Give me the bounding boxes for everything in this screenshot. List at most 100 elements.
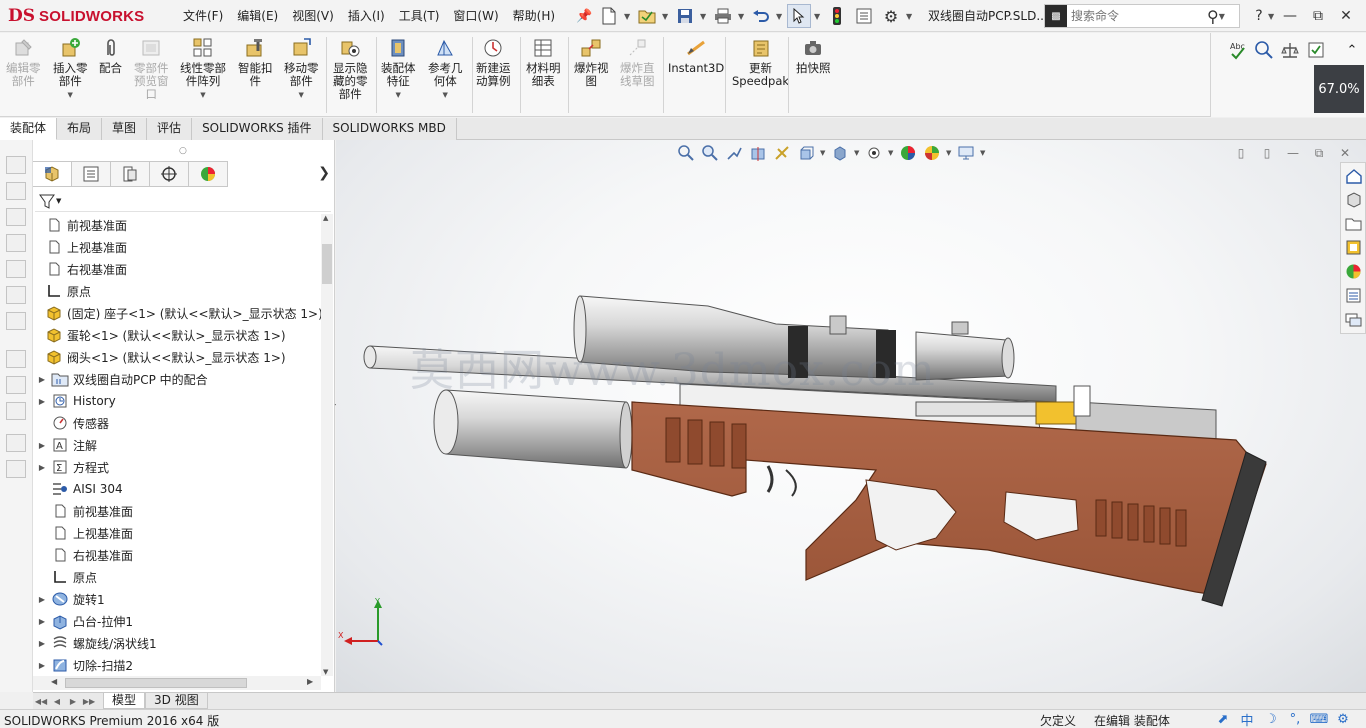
tree-vertical-scrollbar[interactable]: ▲ ▼ bbox=[321, 214, 333, 676]
minimize-icon[interactable]: — bbox=[1276, 2, 1304, 30]
rebuild-status-icon[interactable]: ⬈ bbox=[1214, 711, 1232, 728]
assembly-feature-button[interactable]: 装配体 特征 ▼ bbox=[381, 37, 416, 102]
filter-dropdown-icon[interactable]: ▼ bbox=[56, 197, 61, 205]
tree-plane-node[interactable]: 右视基准面 bbox=[33, 544, 133, 566]
help-dropdown-icon[interactable]: ▼ bbox=[1268, 12, 1276, 21]
tree-filter[interactable]: ▼ bbox=[35, 190, 331, 212]
move-component-dropdown-icon[interactable]: ▼ bbox=[299, 89, 304, 102]
select-cursor-icon[interactable] bbox=[787, 4, 811, 28]
new-document-icon[interactable] bbox=[597, 4, 621, 28]
tree-plane-node[interactable]: 上视基准面 bbox=[33, 522, 133, 544]
tab-dimxpert[interactable] bbox=[150, 161, 189, 187]
show-hidden-components-button[interactable]: 显示隐 藏的零 部件 bbox=[333, 37, 368, 101]
tab-next-icon[interactable]: ▶ bbox=[65, 694, 81, 708]
tree-feature-revolve-node[interactable]: ▶ 旋转1 bbox=[33, 588, 105, 610]
design-library-icon[interactable] bbox=[1344, 190, 1363, 209]
ime-moon-icon[interactable]: ☽ bbox=[1262, 711, 1280, 728]
menu-file[interactable]: 文件(F) bbox=[176, 0, 230, 32]
restore-icon[interactable]: ⧉ bbox=[1304, 2, 1332, 30]
insert-component-button[interactable]: 插入零 部件 ▼ bbox=[53, 37, 88, 102]
strip-tool-icon[interactable] bbox=[6, 182, 26, 200]
scroll-right-icon[interactable]: ▶ bbox=[307, 677, 313, 686]
view-palette-icon[interactable] bbox=[1344, 238, 1363, 257]
tab-feature-tree[interactable] bbox=[33, 161, 72, 187]
strip-tool-icon[interactable] bbox=[6, 402, 26, 420]
rebuild-traffic-light-icon[interactable] bbox=[825, 4, 849, 28]
search-input[interactable] bbox=[1067, 9, 1205, 23]
print-dropdown-icon[interactable]: ▼ bbox=[738, 12, 746, 21]
measure-icon[interactable] bbox=[1253, 39, 1275, 61]
undo-dropdown-icon[interactable]: ▼ bbox=[776, 12, 784, 21]
expand-arrow-icon[interactable]: ▶ bbox=[33, 595, 51, 604]
strip-tool-icon[interactable] bbox=[6, 350, 26, 368]
tree-feature-extrude-node[interactable]: ▶ 凸台-拉伸1 bbox=[33, 610, 133, 632]
print-icon[interactable] bbox=[711, 4, 735, 28]
expand-arrow-icon[interactable]: ▶ bbox=[33, 463, 51, 472]
linear-pattern-dropdown-icon[interactable]: ▼ bbox=[200, 89, 205, 102]
open-folder-icon[interactable] bbox=[635, 4, 659, 28]
mate-button[interactable]: 配合 bbox=[99, 37, 122, 75]
tree-feature-helix-node[interactable]: ▶ 螺旋线/涡状线1 bbox=[33, 632, 157, 654]
command-search[interactable]: ▩ ⚲ ▼ bbox=[1044, 4, 1240, 28]
tab-property-manager[interactable] bbox=[72, 161, 111, 187]
tree-feature-cut-sweep-node[interactable]: ▶ 切除-扫描2 bbox=[33, 654, 133, 676]
reference-geometry-dropdown-icon[interactable]: ▼ bbox=[443, 89, 448, 102]
tree-component-node[interactable]: 蛋轮<1> (默认<<默认>_显示状态 1>) bbox=[33, 324, 286, 346]
solidworks-resources-home-icon[interactable] bbox=[1344, 166, 1363, 185]
solidworks-logo[interactable]: DS SOLIDWORKS bbox=[8, 4, 158, 28]
reference-geometry-button[interactable]: 参考几 何体 ▼ bbox=[428, 37, 463, 102]
expand-arrow-icon[interactable]: ▶ bbox=[33, 397, 51, 406]
custom-properties-icon[interactable] bbox=[1344, 286, 1363, 305]
tree-equations-node[interactable]: ▶ Σ 方程式 bbox=[33, 456, 109, 478]
appearances-scenes-icon[interactable] bbox=[1344, 262, 1363, 281]
tree-mates-folder-node[interactable]: ▶ 双线圈自动PCP 中的配合 bbox=[33, 368, 208, 390]
tab-first-icon[interactable]: ◀◀ bbox=[33, 694, 49, 708]
tree-annotations-node[interactable]: ▶ A 注解 bbox=[33, 434, 97, 456]
mass-properties-icon[interactable] bbox=[1279, 39, 1301, 61]
assembly-feature-dropdown-icon[interactable]: ▼ bbox=[396, 89, 401, 102]
forum-chat-icon[interactable] bbox=[1344, 310, 1363, 329]
scroll-left-icon[interactable]: ◀ bbox=[51, 677, 57, 686]
search-icon[interactable]: ⚲ bbox=[1207, 7, 1219, 26]
file-explorer-icon[interactable] bbox=[1344, 214, 1363, 233]
pin-icon[interactable]: 📌 bbox=[576, 9, 592, 24]
edit-component-button[interactable]: 编辑零 部件 bbox=[6, 37, 41, 88]
scroll-thumb[interactable] bbox=[322, 244, 332, 284]
tab-layout[interactable]: 布局 bbox=[57, 118, 103, 140]
tab-assembly[interactable]: 装配体 bbox=[0, 118, 58, 140]
insert-component-dropdown-icon[interactable]: ▼ bbox=[68, 89, 73, 102]
expand-arrow-icon[interactable]: ▶ bbox=[33, 441, 51, 450]
ribbon-collapse-icon[interactable]: ⌃ bbox=[1341, 39, 1363, 61]
tree-origin-node[interactable]: 原点 bbox=[33, 280, 91, 302]
tab-last-icon[interactable]: ▶▶ bbox=[81, 694, 97, 708]
tree-component-node[interactable]: (固定) 座子<1> (默认<<默认>_显示状态 1>) bbox=[33, 302, 321, 324]
strip-tool-icon[interactable] bbox=[6, 460, 26, 478]
graphics-viewport[interactable]: ▼ ▼ ▼ ▼ ▼ ▯ ▯ — ⧉ ✕ 莫西网www.3dmox.com Y X bbox=[336, 140, 1366, 692]
component-preview-button[interactable]: 零部件 预览窗 口 bbox=[134, 37, 169, 101]
select-dropdown-icon[interactable]: ▼ bbox=[814, 12, 822, 21]
strip-tool-icon[interactable] bbox=[6, 234, 26, 252]
tab-evaluate[interactable]: 评估 bbox=[147, 118, 193, 140]
strip-tool-icon[interactable] bbox=[6, 312, 26, 330]
menu-view[interactable]: 视图(V) bbox=[285, 0, 341, 32]
strip-tool-icon[interactable] bbox=[6, 156, 26, 174]
save-icon[interactable] bbox=[673, 4, 697, 28]
tab-3d-view[interactable]: 3D 视图 bbox=[145, 693, 208, 709]
linear-pattern-button[interactable]: 线性零部 件阵列 ▼ bbox=[180, 37, 226, 102]
scroll-down-icon[interactable]: ▼ bbox=[323, 668, 328, 676]
menu-window[interactable]: 窗口(W) bbox=[446, 0, 505, 32]
strip-tool-icon[interactable] bbox=[6, 434, 26, 452]
motion-study-button[interactable]: 新建运 动算例 bbox=[476, 37, 511, 88]
tree-history-node[interactable]: ▶ History bbox=[33, 390, 116, 412]
tree-origin-node[interactable]: 原点 bbox=[33, 566, 97, 588]
strip-tool-icon[interactable] bbox=[6, 286, 26, 304]
save-dropdown-icon[interactable]: ▼ bbox=[700, 12, 708, 21]
ime-chinese-icon[interactable]: 中 bbox=[1238, 711, 1256, 728]
expand-arrow-icon[interactable]: ▶ bbox=[33, 375, 51, 384]
undo-icon[interactable] bbox=[749, 4, 773, 28]
panel-expand-arrow-icon[interactable]: ❯ bbox=[318, 165, 330, 181]
update-speedpak-button[interactable]: 更新 Speedpak bbox=[732, 37, 789, 88]
rifle-3d-model[interactable] bbox=[336, 140, 1366, 692]
options-gear-icon[interactable]: ⚙ bbox=[879, 4, 903, 28]
ime-settings-icon[interactable]: ⚙ bbox=[1334, 711, 1352, 728]
